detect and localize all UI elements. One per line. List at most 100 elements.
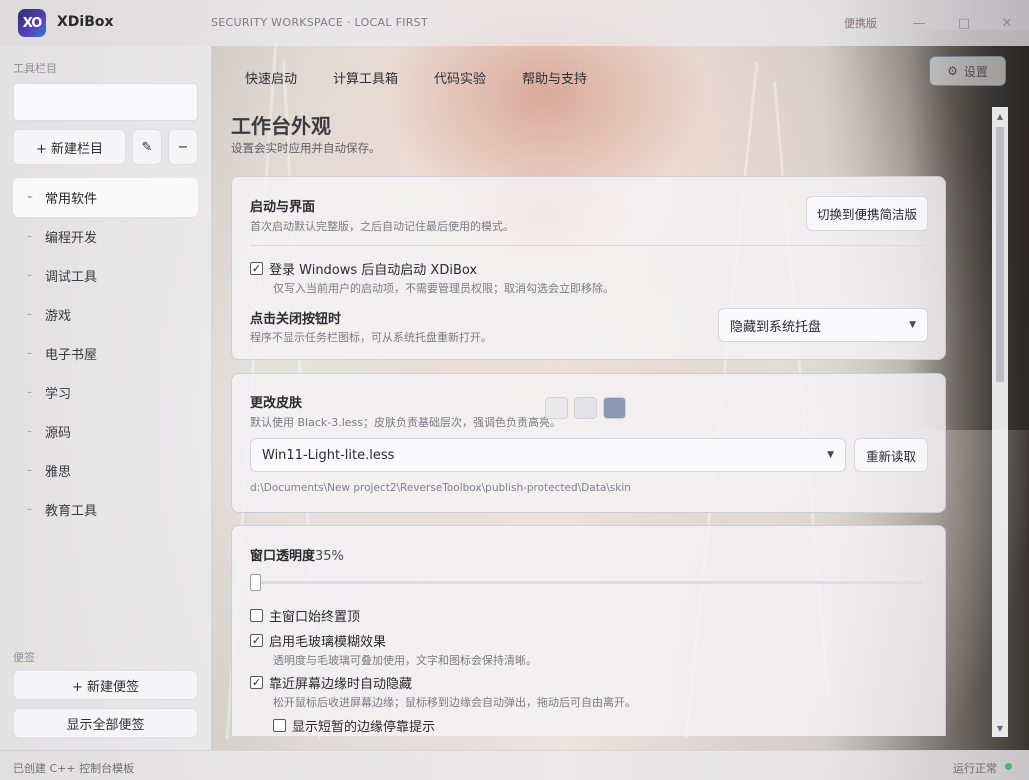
tab-code-lab[interactable]: 代码实验 (434, 68, 486, 87)
always-on-top-row[interactable]: 主窗口始终置顶 (250, 606, 360, 625)
active-indicator-icon: ⌁ (27, 192, 34, 203)
card-divider (250, 245, 928, 246)
scroll-up-icon[interactable]: ▲ (992, 109, 1008, 123)
sidebar-item[interactable]: – 电子书屋 (13, 334, 198, 373)
main-tabs: 快速启动 计算工具箱 代码实验 帮助与支持 (245, 68, 623, 87)
sidebar-item[interactable]: – 雅思 (13, 451, 198, 490)
edge-hide-row[interactable]: ✓ 靠近屏幕边缘时自动隐藏 (250, 673, 412, 692)
tab-calc-toolbox[interactable]: 计算工具箱 (333, 68, 398, 87)
close-action-value: 隐藏到系统托盘 (730, 319, 822, 335)
page-title: 工作台外观 (231, 114, 331, 138)
sidebar-item[interactable]: – 源码 (13, 412, 198, 451)
skin-select[interactable]: Win11-Light-lite.less ▼ (250, 438, 846, 472)
tab-help-support[interactable]: 帮助与支持 (522, 68, 587, 87)
autostart-label: 登录 Windows 后自动启动 XDiBox (269, 263, 478, 278)
skin-path: d:\Documents\New project2\ReverseToolbox… (250, 482, 631, 494)
sidebar-item[interactable]: – 编程开发 (13, 217, 198, 256)
edge-hint-label: 显示短暂的边缘停靠提示 (292, 720, 436, 735)
close-action-title: 点击关闭按钮时 (250, 312, 342, 327)
bullet-icon: – (27, 309, 32, 320)
title-bar[interactable]: XO XDiBox SECURITY WORKSPACE · LOCAL FIR… (0, 0, 1029, 46)
autostart-desc: 仅写入当前用户的启动项，不需要管理员权限；取消勾选会立即移除。 (273, 282, 614, 295)
sidebar-item-label: 编程开发 (45, 231, 98, 246)
edge-hide-checkbox[interactable]: ✓ (250, 676, 263, 689)
autostart-row[interactable]: ✓ 登录 Windows 后自动启动 XDiBox (250, 259, 477, 278)
remove-category-button[interactable]: − (168, 129, 198, 165)
reload-skin-button[interactable]: 重新读取 (854, 438, 928, 472)
blur-checkbox[interactable]: ✓ (250, 634, 263, 647)
scrollbar-thumb[interactable] (996, 127, 1004, 382)
tab-quick-launch[interactable]: 快速启动 (245, 68, 297, 87)
window-options-card: 窗口透明度35% 主窗口始终置顶 ✓ 启用毛玻璃模糊效果 透明度与毛玻璃可叠加使… (231, 525, 946, 736)
new-note-button[interactable]: + 新建便签 (13, 670, 198, 700)
minimize-button[interactable]: — (908, 12, 930, 34)
app-name: XDiBox (57, 14, 114, 30)
edit-category-button[interactable]: ✎ (132, 129, 162, 165)
sidebar-item-label: 雅思 (45, 465, 72, 480)
new-category-button[interactable]: + 新建栏目 (13, 129, 126, 165)
minus-icon: − (177, 139, 189, 155)
opacity-slider-track[interactable] (251, 581, 923, 584)
blur-desc: 透明度与毛玻璃可叠加使用，文字和图标会保持清晰。 (273, 654, 537, 667)
app-logo-icon: XO (18, 9, 46, 37)
maximize-icon: □ (957, 15, 971, 31)
accent-color-swatch[interactable] (603, 397, 626, 419)
startup-card-title: 启动与界面 (250, 200, 316, 215)
scroll-down-icon[interactable]: ▼ (992, 721, 1008, 735)
sidebar-item-label: 游戏 (45, 309, 72, 324)
always-on-top-checkbox[interactable] (250, 609, 263, 622)
opacity-label: 窗口透明度 (250, 549, 316, 564)
close-action-desc: 程序不显示任务栏图标，可从系统托盘重新打开。 (250, 331, 492, 344)
settings-button[interactable]: ⚙ 设置 (929, 56, 1006, 86)
bullet-icon: – (27, 387, 32, 398)
startup-card-desc: 首次启动默认完整版，之后自动记住最后使用的模式。 (250, 220, 514, 233)
opacity-label-row: 窗口透明度35% (250, 545, 344, 564)
opacity-slider-thumb[interactable] (250, 574, 261, 591)
always-on-top-label: 主窗口始终置顶 (269, 610, 361, 625)
blur-label: 启用毛玻璃模糊效果 (269, 635, 387, 650)
chevron-down-icon: ▼ (827, 450, 834, 460)
skin-color-swatch[interactable] (545, 397, 568, 419)
bullet-icon: – (27, 465, 32, 476)
app-logo-text: XO (22, 15, 43, 31)
sidebar-item[interactable]: – 学习 (13, 373, 198, 412)
sidebar-item-label: 教育工具 (45, 504, 98, 519)
sidebar-item[interactable]: – 游戏 (13, 295, 198, 334)
bullet-icon: – (27, 504, 32, 515)
close-button[interactable]: ✕ (996, 12, 1018, 34)
autostart-checkbox[interactable]: ✓ (250, 262, 263, 275)
minimize-icon: — (912, 15, 926, 31)
gear-icon: ⚙ (947, 64, 958, 78)
content-scrollbar[interactable]: ▲ ▼ (992, 107, 1008, 737)
blur-row[interactable]: ✓ 启用毛玻璃模糊效果 (250, 631, 386, 650)
sidebar-item[interactable]: – 教育工具 (13, 490, 198, 529)
sidebar-item-label: 学习 (45, 387, 72, 402)
edge-hide-desc: 松开鼠标后收进屏幕边缘；鼠标移到边缘会自动弹出，拖动后可自由离开。 (273, 696, 636, 709)
toolbar-section-label: 工具栏目 (13, 62, 57, 75)
page-subtitle: 设置会实时应用并自动保存。 (231, 141, 381, 155)
skin-card: 更改皮肤 默认使用 Black-3.less；皮肤负责基础层次，强调色负责高亮。… (231, 373, 946, 513)
opacity-value: 35% (315, 549, 344, 564)
sidebar-item[interactable]: – 调试工具 (13, 256, 198, 295)
portable-mode-link[interactable]: 便携版 (844, 15, 877, 31)
sidebar-item[interactable]: ⌁ 常用软件 (13, 178, 198, 217)
maximize-button[interactable]: □ (953, 12, 975, 34)
pencil-icon: ✎ (141, 139, 153, 155)
workspace-caption: SECURITY WORKSPACE · LOCAL FIRST (211, 16, 428, 29)
edge-hint-checkbox[interactable] (273, 719, 286, 732)
bullet-icon: – (27, 426, 32, 437)
chevron-down-icon: ▼ (909, 320, 916, 330)
skin-color-swatch[interactable] (574, 397, 597, 419)
bullet-icon: – (27, 348, 32, 359)
close-action-select[interactable]: 隐藏到系统托盘 ▼ (718, 308, 928, 342)
category-search-input[interactable] (13, 83, 198, 121)
edge-hint-row[interactable]: 显示短暂的边缘停靠提示 (273, 716, 435, 735)
sidebar-item-label: 源码 (45, 426, 72, 441)
show-all-notes-button[interactable]: 显示全部便签 (13, 708, 198, 738)
bullet-icon: – (27, 231, 32, 242)
settings-button-label: 设置 (963, 64, 988, 79)
switch-portable-button[interactable]: 切换到便携简洁版 (806, 196, 928, 231)
status-message: 已创建 C++ 控制台模板 (13, 762, 135, 775)
bullet-icon: – (27, 270, 32, 281)
startup-card: 启动与界面 首次启动默认完整版，之后自动记住最后使用的模式。 切换到便携简洁版 … (231, 176, 946, 360)
